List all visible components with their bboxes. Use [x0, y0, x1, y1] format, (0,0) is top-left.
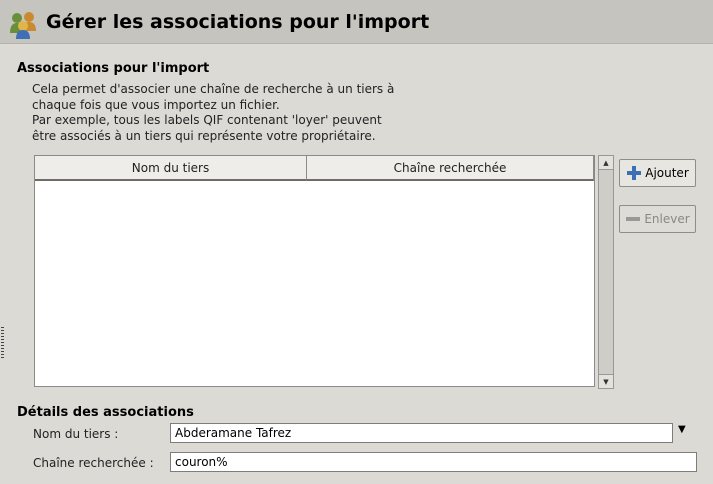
- plus-icon: [627, 166, 642, 180]
- dialog-title: Gérer les associations pour l'import: [46, 11, 430, 33]
- add-button-label: Ajouter: [645, 166, 689, 180]
- associations-table[interactable]: Nom du tiers Chaîne recherchée: [34, 155, 595, 387]
- description-line: être associés à un tiers qui représente …: [32, 128, 376, 143]
- dialog-header: Gérer les associations pour l'import: [0, 0, 713, 44]
- description-line: chaque fois que vous importez un fichier…: [32, 97, 280, 112]
- add-button[interactable]: Ajouter: [619, 159, 696, 187]
- column-header-payee[interactable]: Nom du tiers: [35, 156, 307, 181]
- minus-icon: [626, 217, 641, 221]
- scroll-down-icon[interactable]: ▼: [599, 374, 613, 388]
- pane-resize-handle[interactable]: [1, 327, 4, 359]
- remove-button[interactable]: Enlever: [619, 205, 696, 233]
- table-header: Nom du tiers Chaîne recherchée: [35, 156, 594, 181]
- payee-label: Nom du tiers :: [33, 427, 119, 441]
- search-string-field[interactable]: couron%: [170, 452, 697, 472]
- scroll-up-icon[interactable]: ▲: [599, 156, 613, 170]
- people-icon: [10, 12, 36, 39]
- chevron-down-icon[interactable]: ▼: [678, 424, 686, 435]
- column-header-search-string[interactable]: Chaîne recherchée: [307, 156, 594, 181]
- associations-section-title: Associations pour l'import: [17, 61, 210, 76]
- details-section-title: Détails des associations: [17, 405, 194, 420]
- description-line: Cela permet d'associer une chaîne de rec…: [32, 82, 395, 96]
- associations-description: Cela permet d'associer une chaîne de rec…: [32, 82, 394, 144]
- payee-combo-entry[interactable]: Abderamane Tafrez: [170, 423, 673, 443]
- remove-button-label: Enlever: [644, 212, 690, 226]
- search-string-label: Chaîne recherchée :: [33, 456, 154, 470]
- description-line: Par exemple, tous les labels QIF contena…: [32, 113, 382, 127]
- table-scrollbar[interactable]: ▲ ▼: [598, 155, 614, 389]
